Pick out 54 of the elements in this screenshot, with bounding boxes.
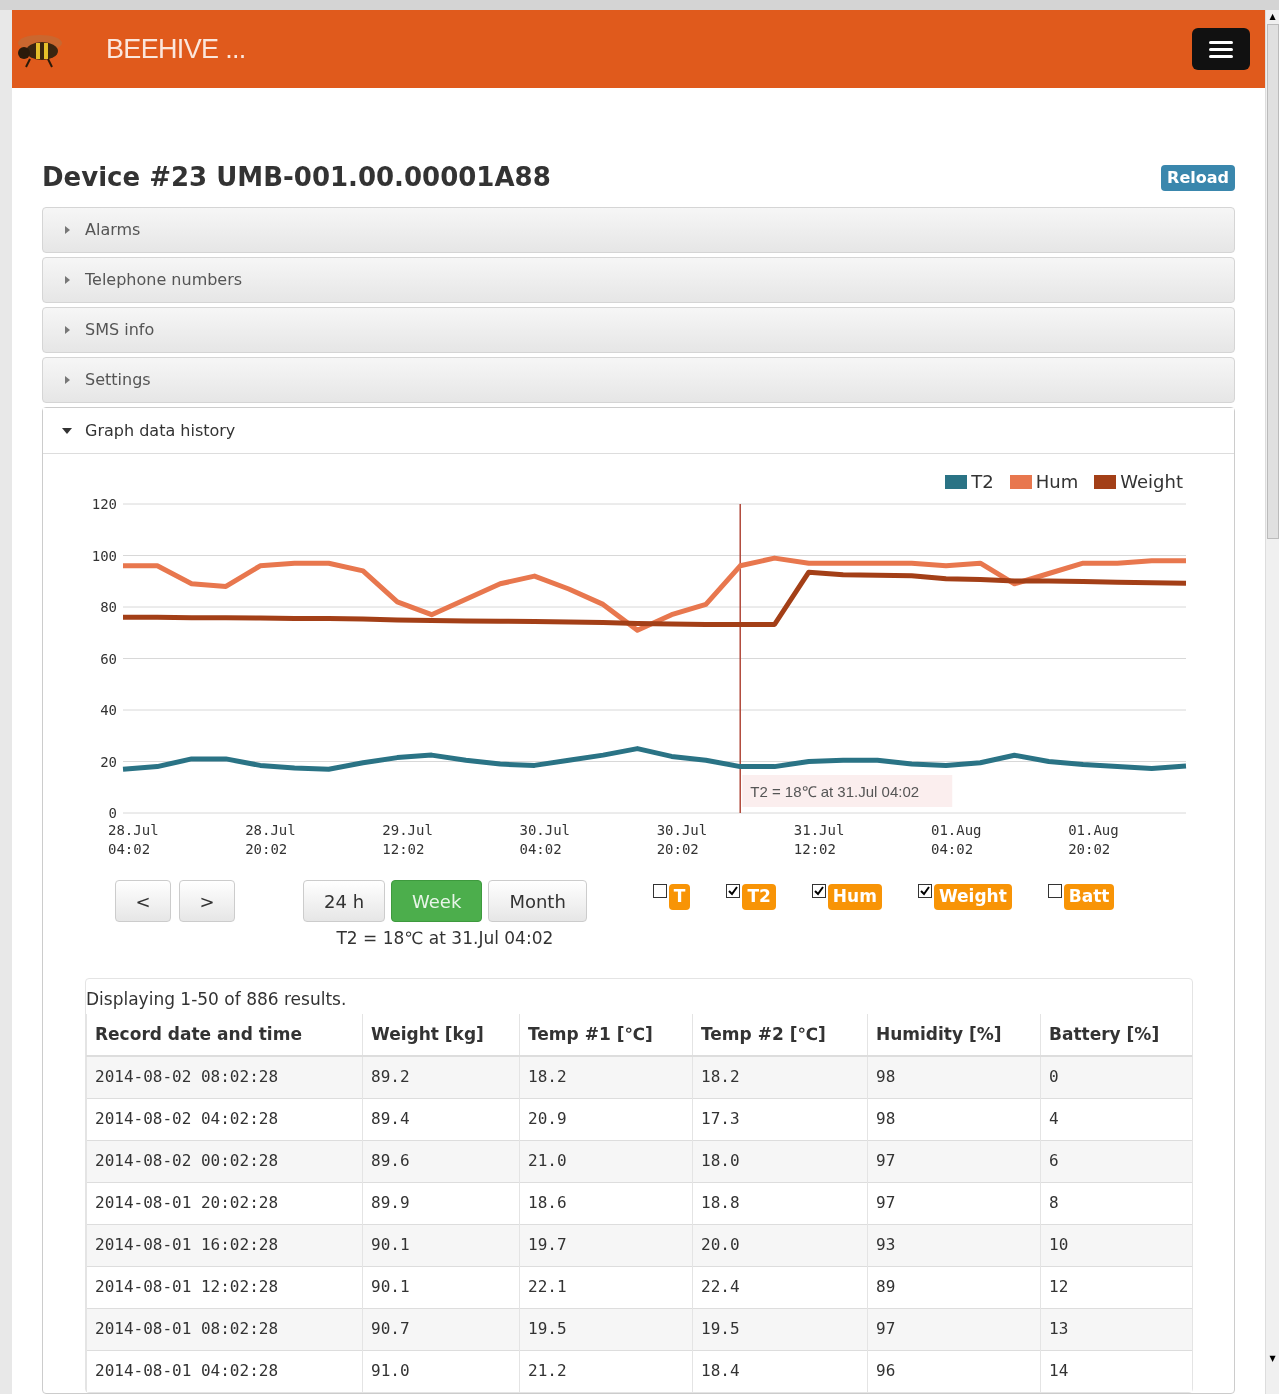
accordion-header[interactable]: SMS info [42,307,1235,353]
y-axis-label: 20 [100,753,117,770]
checkbox[interactable] [917,884,932,898]
table-cell: 14 [1040,1350,1192,1392]
table-cell: 91.0 [362,1350,520,1392]
y-axis-label: 120 [91,496,117,512]
checkbox[interactable] [811,884,826,898]
column-header: Temp #1 [℃] [519,1014,693,1056]
range-tab[interactable]: Month [488,880,587,922]
x-axis-label: 31.Jul 12:02 [793,822,845,857]
table-cell: 96 [867,1350,1041,1392]
range-tab[interactable]: 24 h [303,880,386,922]
x-axis-label: 28.Jul 04:02 [108,822,159,857]
annotation: T2 = 18℃ at 31.Jul 04:02 [750,783,920,800]
menu-button[interactable] [1192,28,1250,70]
accordion-header[interactable]: Graph data history [43,408,1234,454]
nav-button[interactable]: > [179,880,235,922]
column-header: Temp #2 [℃] [692,1014,868,1056]
x-axis-label: 30.Jul 04:02 [519,822,571,857]
checkbox[interactable] [1047,884,1062,898]
checkbox[interactable] [652,884,667,898]
reload-button[interactable]: Reload [1161,164,1235,191]
chart-tooltip: T2 = 18℃ at 31.Jul 04:02 [742,775,953,807]
y-axis-label: 0 [108,805,117,821]
table-cell: 18.4 [692,1350,868,1392]
scroll-down-arrow[interactable]: ▼ [1269,1352,1276,1366]
table-cell: 2014-08-01 04:02:28 [86,1350,363,1392]
checkbox[interactable] [726,884,741,898]
legend-label: Weight [1120,470,1183,494]
scroll-up-arrow[interactable]: ▲ [1269,10,1276,24]
accordion-header[interactable]: Alarms [42,207,1235,253]
table-cell: 21.2 [519,1350,693,1392]
x-axis-label: 28.Jul 20:02 [245,822,296,857]
accordion-header[interactable]: Settings [42,357,1235,403]
device-title: Device #23 UMB-001.00.00001A88 [42,161,551,194]
x-axis-label: 30.Jul 20:02 [656,822,708,857]
nav-button[interactable]: < [115,880,171,922]
readout-text: T2 = 18℃ at 31.Jul 04:02 [336,927,554,950]
column-header: Weight [kg] [362,1014,520,1056]
results-summary: Displaying 1-50 of 886 results. [86,987,348,1011]
y-axis-label: 100 [91,547,117,564]
legend-label: Hum [1035,470,1079,494]
column-header: Humidity [%] [867,1014,1041,1056]
x-axis-label: 01.Aug 04:02 [930,822,982,857]
legend-label: T2 [971,470,994,494]
y-axis-label: 40 [100,702,117,718]
accordion-header[interactable]: Telephone numbers [42,257,1235,303]
x-axis-label: 01.Aug 20:02 [1068,822,1119,857]
y-axis-label: 80 [100,599,117,615]
scrollbar-drawing[interactable]: ▲ ▼ [1265,10,1279,1394]
column-header: Record date and time [86,1014,363,1056]
x-axis-label: 29.Jul 12:02 [382,822,433,857]
column-header: Battery [%] [1040,1014,1192,1056]
y-axis-label: 60 [100,650,117,667]
